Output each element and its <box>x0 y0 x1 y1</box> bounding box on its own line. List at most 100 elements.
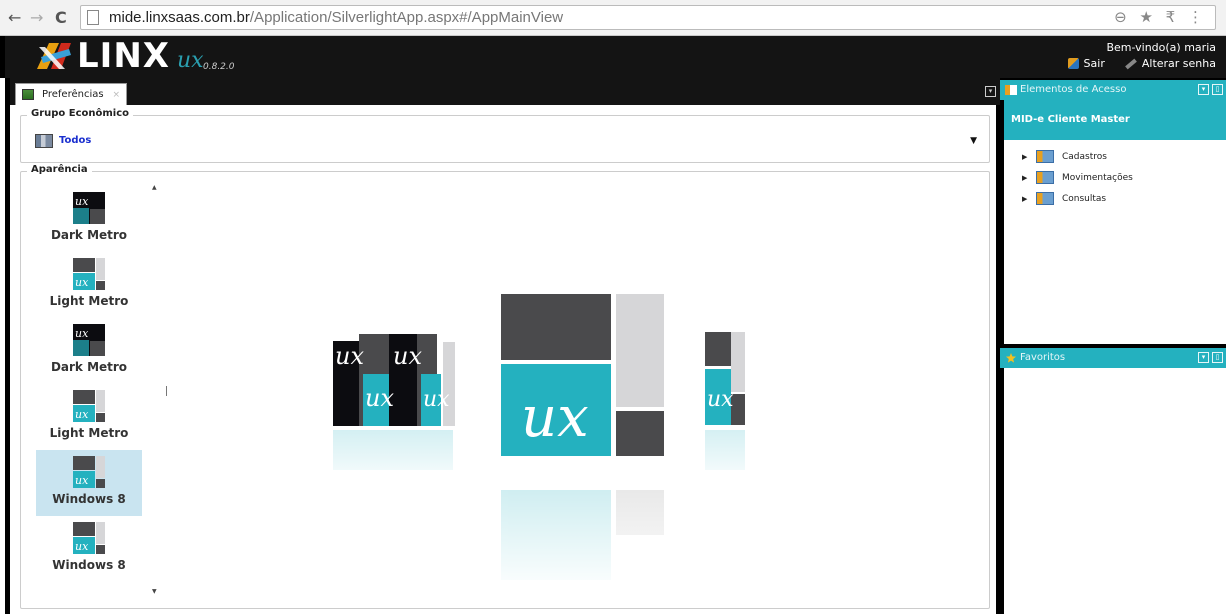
favorites-panel-menu-button[interactable]: ▾ <box>1198 352 1209 363</box>
appearance-box: Aparência ▲ ▼ ux Dark Metro ux Light Metro u… <box>20 164 990 609</box>
svg-text:ux: ux <box>75 540 89 553</box>
tab-preferencias[interactable]: Preferências × <box>15 83 127 105</box>
theme-thumbnail-icon: ux <box>73 324 105 356</box>
theme-item[interactable]: ux Dark Metro <box>36 186 142 252</box>
svg-text:ux: ux <box>75 408 89 421</box>
scroll-up-icon[interactable]: ▲ <box>152 184 157 191</box>
tree-item-label: Cadastros <box>1062 151 1107 162</box>
reload-button[interactable]: C <box>55 8 67 27</box>
preferences-icon <box>22 89 34 100</box>
logout-link[interactable]: Sair <box>1067 57 1105 70</box>
expand-arrow-icon[interactable]: ▶ <box>1022 153 1028 161</box>
theme-thumbnail-icon: ux <box>73 192 105 224</box>
preview-right-tiles: ux <box>701 332 751 488</box>
theme-list: ux Dark Metro ux Light Metro ux Dark Metro ux L… <box>36 186 142 582</box>
star-icon <box>1006 353 1016 363</box>
access-tree: ▶ Cadastros ▶ Movimentações ▶ Consultas <box>1022 146 1133 209</box>
economic-group-box: Grupo Econômico Todos ▼ <box>20 108 990 163</box>
preview-left-tiles: ux ux ux ux <box>331 334 461 490</box>
appearance-legend: Aparência <box>27 164 92 175</box>
theme-label: Windows 8 <box>52 492 126 506</box>
theme-item[interactable]: ux Light Metro <box>36 252 142 318</box>
version-label: 0.8.2.0 <box>203 62 235 72</box>
economic-group-value: Todos <box>59 135 92 146</box>
access-panel-pin-button[interactable]: ▯ <box>1212 84 1223 95</box>
tree-item-label: Consultas <box>1062 193 1107 204</box>
access-panel-header: Elementos de Acesso ▾ ▯ <box>1000 80 1226 100</box>
svg-text:ux: ux <box>521 385 589 450</box>
tab-label: Preferências <box>42 89 104 100</box>
svg-text:ux: ux <box>75 474 89 487</box>
theme-label: Light Metro <box>49 294 129 308</box>
favorites-panel-header: Favoritos ▾ ▯ <box>1000 348 1226 368</box>
welcome-text: Bem-vindo(a) maria <box>1106 41 1216 54</box>
theme-item[interactable]: ux Windows 8 <box>36 516 142 582</box>
svg-text:ux: ux <box>335 342 364 370</box>
tab-close-icon[interactable]: × <box>112 90 120 100</box>
access-panel-title: Elementos de Acesso <box>1020 84 1127 95</box>
change-password-label: Alterar senha <box>1141 57 1216 70</box>
tree-item-label: Movimentações <box>1062 172 1133 183</box>
logo-text: LINX <box>77 36 170 76</box>
building-icon <box>35 134 53 148</box>
scroll-down-icon[interactable]: ▼ <box>152 588 157 595</box>
url-host: mide.linxsaas.com.br <box>109 9 250 26</box>
logout-label: Sair <box>1083 57 1105 70</box>
logout-icon <box>1067 58 1079 69</box>
theme-thumbnail-icon: ux <box>73 456 105 488</box>
theme-thumbnail-icon: ux <box>73 390 105 422</box>
preview-center-tiles: ux <box>499 294 669 594</box>
theme-label: Dark Metro <box>50 360 128 374</box>
browser-tools[interactable]: ⊖ ★ ₹ ⋮ <box>1114 8 1207 26</box>
access-panel-menu-button[interactable]: ▾ <box>1198 84 1209 95</box>
theme-item[interactable]: ux Dark Metro <box>36 318 142 384</box>
url-path: /Application/SilverlightApp.aspx#/AppMai… <box>249 9 564 26</box>
theme-thumbnail-icon: ux <box>73 258 105 290</box>
url-text: mide.linxsaas.com.br/Application/Silverl… <box>109 9 563 26</box>
access-panel-icon <box>1005 85 1017 95</box>
app-header: LINX ux 0.8.2.0 Bem-vindo(a) maria Sair … <box>0 36 1226 78</box>
key-icon <box>1124 58 1137 69</box>
theme-item[interactable]: ux Light Metro <box>36 384 142 450</box>
theme-label: Dark Metro <box>50 228 128 242</box>
module-icon <box>1036 150 1054 163</box>
tab-menu-button[interactable]: ▾ <box>985 86 996 97</box>
forward-button[interactable]: → <box>30 8 43 27</box>
module-icon <box>1036 192 1054 205</box>
access-panel-body: MID-e Cliente Master ▶ Cadastros ▶ Moviment… <box>1004 100 1226 344</box>
tree-item[interactable]: ▶ Consultas <box>1022 188 1133 209</box>
main-content: Grupo Econômico Todos ▼ Aparência ▲ ▼ ux… <box>5 105 1000 614</box>
svg-text:ux: ux <box>75 195 89 208</box>
tree-item[interactable]: ▶ Movimentações <box>1022 167 1133 188</box>
tree-item[interactable]: ▶ Cadastros <box>1022 146 1133 167</box>
svg-text:ux: ux <box>393 342 422 370</box>
expand-arrow-icon[interactable]: ▶ <box>1022 195 1028 203</box>
svg-text:ux: ux <box>707 387 734 412</box>
scroll-indicator[interactable] <box>166 386 167 396</box>
dropdown-caret-icon: ▼ <box>970 136 977 146</box>
favorites-panel-title: Favoritos <box>1020 352 1066 363</box>
browser-toolbar: ← → C mide.linxsaas.com.br/Application/S… <box>0 0 1226 36</box>
theme-label: Windows 8 <box>52 558 126 572</box>
address-bar[interactable]: mide.linxsaas.com.br/Application/Silverl… <box>80 5 1216 30</box>
page-icon <box>87 10 99 25</box>
header-links: Sair Alterar senha <box>1067 57 1216 70</box>
favorites-panel-body <box>1004 368 1226 614</box>
module-icon <box>1036 171 1054 184</box>
tab-bar: Preferências × ▾ <box>5 78 1000 105</box>
change-password-link[interactable]: Alterar senha <box>1124 57 1216 70</box>
linx-logo-icon <box>37 43 71 69</box>
svg-text:ux: ux <box>365 384 394 412</box>
theme-thumbnail-icon: ux <box>73 522 105 554</box>
svg-text:ux: ux <box>75 276 89 289</box>
expand-arrow-icon[interactable]: ▶ <box>1022 174 1028 182</box>
favorites-panel-pin-button[interactable]: ▯ <box>1212 352 1223 363</box>
logo-ux: ux <box>177 48 204 73</box>
company-title: MID-e Cliente Master <box>1004 100 1226 140</box>
svg-text:ux: ux <box>75 327 89 340</box>
back-button[interactable]: ← <box>8 8 21 27</box>
economic-group-select[interactable]: Todos ▼ <box>21 116 989 162</box>
theme-item[interactable]: ux Windows 8 <box>36 450 142 516</box>
theme-label: Light Metro <box>49 426 129 440</box>
theme-preview: ux ux ux ux ux ux <box>331 294 751 594</box>
